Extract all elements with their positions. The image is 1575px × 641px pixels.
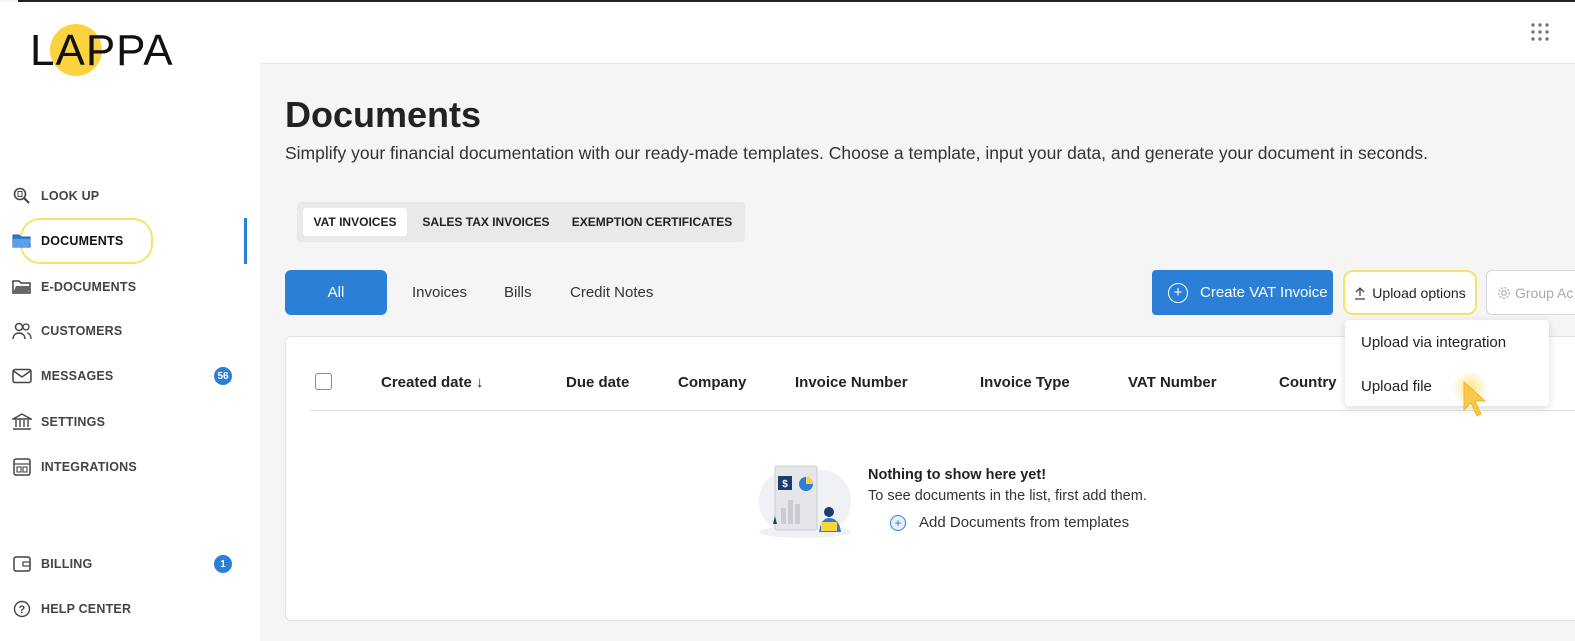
group-actions-button[interactable]: Group Ac bbox=[1486, 270, 1575, 315]
sidebar-item-look-up[interactable]: LOOK UP bbox=[12, 181, 232, 211]
sidebar-item-customers[interactable]: CUSTOMERS bbox=[12, 316, 232, 346]
filter-all[interactable]: All bbox=[285, 270, 387, 315]
table-header-divider bbox=[310, 410, 1575, 411]
menu-item-upload-file[interactable]: Upload file bbox=[1361, 378, 1432, 395]
column-invoice-number[interactable]: Invoice Number bbox=[795, 374, 908, 391]
sidebar-item-label: LOOK UP bbox=[41, 189, 100, 203]
sidebar-item-label: SETTINGS bbox=[41, 415, 106, 429]
column-vat-number[interactable]: VAT Number bbox=[1128, 374, 1217, 391]
tab-sales-tax-invoices[interactable]: SALES TAX INVOICES bbox=[413, 208, 559, 236]
column-country[interactable]: Country bbox=[1279, 374, 1337, 391]
lappa-logo[interactable]: LAPPA bbox=[30, 24, 173, 84]
create-vat-invoice-button[interactable]: + Create VAT Invoice bbox=[1152, 270, 1333, 315]
upload-options-button[interactable]: Upload options bbox=[1343, 270, 1477, 315]
sidebar-item-billing[interactable]: BILLING bbox=[12, 549, 232, 579]
column-company[interactable]: Company bbox=[678, 374, 746, 391]
grid-dots-icon[interactable] bbox=[1530, 22, 1550, 42]
group-button-label: Group Ac bbox=[1515, 284, 1574, 301]
help-icon: ? bbox=[12, 599, 32, 619]
search-doc-icon bbox=[12, 186, 32, 206]
page-subtitle: Simplify your financial documentation wi… bbox=[285, 143, 1429, 163]
column-created-date[interactable]: Created date ↓ bbox=[381, 374, 484, 391]
folder-open-icon bbox=[12, 277, 32, 297]
users-icon bbox=[12, 321, 32, 341]
sidebar-item-e-documents[interactable]: E-DOCUMENTS bbox=[12, 272, 232, 302]
tab-vat-invoices[interactable]: VAT INVOICES bbox=[303, 208, 407, 236]
filter-bills[interactable]: Bills bbox=[504, 284, 532, 301]
svg-text:?: ? bbox=[19, 604, 26, 616]
filter-invoices[interactable]: Invoices bbox=[412, 284, 467, 301]
tab-exemption-certificates[interactable]: EXEMPTION CERTIFICATES bbox=[565, 208, 739, 236]
filter-credit-notes[interactable]: Credit Notes bbox=[570, 284, 653, 301]
upload-icon bbox=[1354, 286, 1366, 300]
plus-circle-icon: + bbox=[1168, 282, 1188, 303]
sidebar-item-label: BILLING bbox=[41, 557, 93, 571]
messages-count-badge: 56 bbox=[214, 367, 232, 385]
integrations-icon bbox=[12, 457, 32, 477]
sidebar-item-integrations[interactable]: INTEGRATIONS bbox=[12, 452, 232, 482]
sidebar-item-label: INTEGRATIONS bbox=[41, 460, 137, 474]
plus-circle-icon: + bbox=[890, 514, 906, 531]
select-all-checkbox[interactable] bbox=[315, 373, 332, 390]
gear-icon bbox=[1497, 286, 1511, 300]
empty-state-illustration: $ bbox=[755, 462, 855, 540]
document-category-tabs: VAT INVOICES SALES TAX INVOICES EXEMPTIO… bbox=[297, 202, 745, 242]
create-button-label: Create VAT Invoice bbox=[1200, 284, 1328, 301]
svg-text:$: $ bbox=[782, 479, 788, 490]
sidebar-item-label: CUSTOMERS bbox=[41, 324, 123, 338]
sidebar-item-settings[interactable]: SETTINGS bbox=[12, 407, 232, 437]
sidebar-item-label: DOCUMENTS bbox=[41, 234, 124, 248]
add-documents-link[interactable]: + Add Documents from templates bbox=[890, 514, 1129, 531]
billing-count-badge: 1 bbox=[214, 555, 232, 573]
empty-state-title: Nothing to show here yet! bbox=[868, 467, 1047, 483]
sidebar-item-label: E-DOCUMENTS bbox=[41, 280, 137, 294]
folder-filled-icon bbox=[12, 231, 32, 251]
logo-text: LAPPA bbox=[30, 26, 174, 75]
sidebar-item-messages[interactable]: MESSAGES bbox=[12, 361, 232, 391]
upload-options-menu: Upload via integration Upload file bbox=[1345, 320, 1549, 406]
empty-state-description: To see documents in the list, first add … bbox=[868, 488, 1147, 504]
menu-item-upload-via-integration[interactable]: Upload via integration bbox=[1361, 334, 1506, 351]
sidebar-item-documents[interactable]: DOCUMENTS bbox=[12, 226, 232, 256]
column-due-date[interactable]: Due date bbox=[566, 374, 629, 391]
sidebar-item-label: HELP CENTER bbox=[41, 602, 132, 616]
column-invoice-type[interactable]: Invoice Type bbox=[980, 374, 1070, 391]
page-title: Documents bbox=[285, 94, 482, 135]
top-header bbox=[260, 2, 1575, 64]
active-nav-indicator bbox=[244, 218, 247, 264]
upload-button-label: Upload options bbox=[1372, 284, 1466, 301]
mail-icon bbox=[12, 366, 32, 386]
sidebar-item-label: MESSAGES bbox=[41, 369, 114, 383]
mouse-cursor-icon bbox=[1448, 370, 1496, 426]
wallet-icon bbox=[12, 554, 32, 574]
add-documents-label: Add Documents from templates bbox=[919, 514, 1130, 531]
sidebar-item-help-center[interactable]: ? HELP CENTER bbox=[12, 594, 232, 624]
bank-icon bbox=[12, 412, 32, 432]
